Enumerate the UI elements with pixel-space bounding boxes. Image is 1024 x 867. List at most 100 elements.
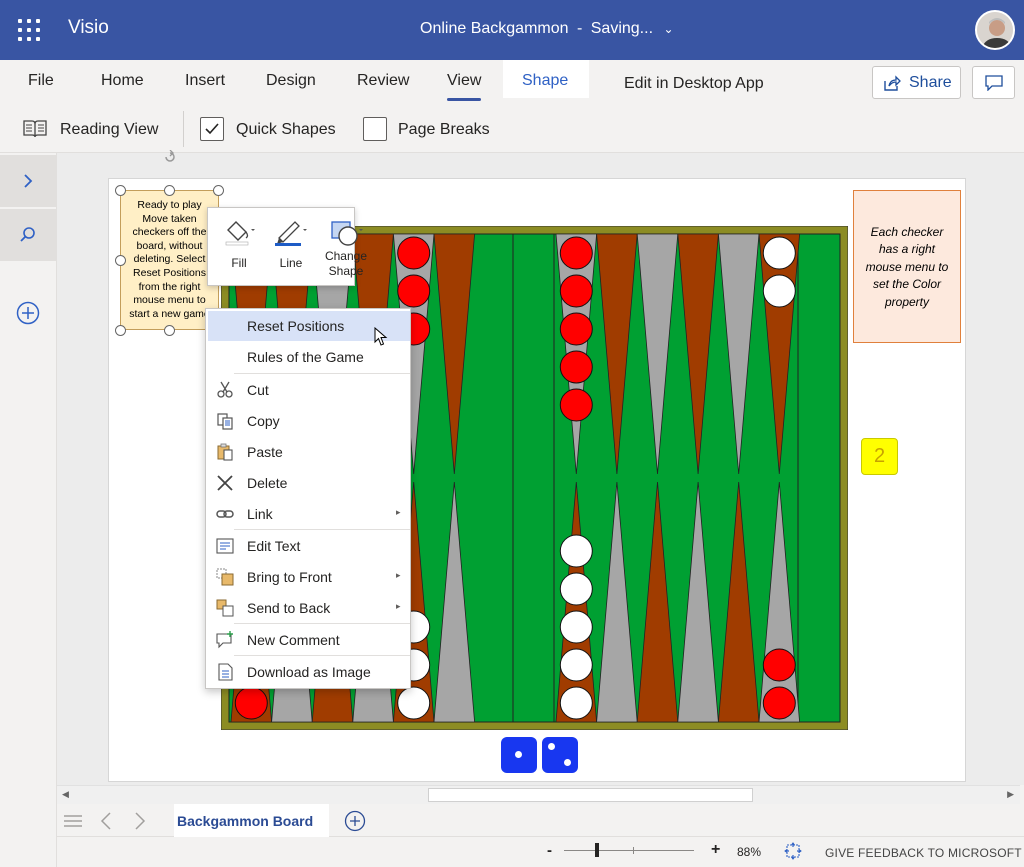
give-feedback-link[interactable]: GIVE FEEDBACK TO MICROSOFT: [825, 846, 1022, 860]
sheet-tab-label[interactable]: Backgammon Board: [177, 813, 313, 829]
delete-x-icon: [217, 475, 233, 491]
next-page-icon[interactable]: [134, 812, 146, 830]
zoom-slider-thumb[interactable]: [595, 843, 599, 857]
add-shapes-button[interactable]: [16, 301, 40, 325]
reading-view-button[interactable]: Reading View: [60, 121, 158, 139]
change-shape-button[interactable]: Change Shape: [316, 208, 376, 287]
app-launcher-icon[interactable]: [18, 19, 40, 41]
scissors-icon: [217, 381, 233, 398]
menu-separator: [234, 529, 410, 530]
tab-design[interactable]: Design: [266, 72, 316, 90]
menu-item-paste[interactable]: Paste: [208, 437, 410, 467]
search-shapes-button[interactable]: [0, 209, 57, 261]
menu-item-rules-of-the-game[interactable]: Rules of the Game: [208, 342, 410, 372]
fill-bucket-icon: [225, 221, 255, 246]
menu-item-label: Copy: [247, 413, 280, 429]
menu-item-label: Paste: [247, 444, 283, 460]
die-one[interactable]: [501, 737, 537, 773]
menu-item-copy[interactable]: Copy: [208, 406, 410, 436]
checker-white[interactable]: [397, 686, 431, 720]
fit-to-window-icon[interactable]: [784, 842, 802, 860]
share-button[interactable]: Share: [872, 66, 961, 99]
comment-icon: [216, 631, 233, 649]
copy-icon: [217, 413, 233, 430]
checker-red[interactable]: [397, 274, 431, 308]
checker-white[interactable]: [559, 610, 593, 644]
selection-handle-bl[interactable]: [115, 325, 126, 336]
quick-shapes-label[interactable]: Quick Shapes: [236, 121, 336, 139]
menu-item-delete[interactable]: Delete: [208, 468, 410, 498]
menu-item-bring-to-front[interactable]: Bring to Front ▸: [208, 562, 410, 592]
app-name[interactable]: Visio: [68, 17, 109, 39]
tab-file[interactable]: File: [28, 72, 54, 90]
page-breaks-checkbox[interactable]: [363, 117, 387, 141]
tab-home[interactable]: Home: [101, 72, 144, 90]
avatar[interactable]: [975, 10, 1015, 50]
selection-handle-tr[interactable]: [213, 185, 224, 196]
doubling-cube[interactable]: 2: [861, 438, 898, 475]
checker-red[interactable]: [559, 388, 593, 422]
die-two[interactable]: [542, 737, 578, 773]
checker-red[interactable]: [559, 274, 593, 308]
horizontal-scrollbar[interactable]: ◀ ▶: [57, 785, 1020, 804]
image-download-icon: [218, 663, 233, 681]
document-title[interactable]: Online Backgammon - Saving... ⌄: [420, 20, 674, 38]
menu-item-reset-positions[interactable]: Reset Positions: [208, 311, 410, 346]
checker-red[interactable]: [397, 236, 431, 270]
selection-handle-tl[interactable]: [115, 185, 126, 196]
menu-item-link[interactable]: Link ▸: [208, 499, 410, 529]
zoom-slider-track[interactable]: [564, 850, 694, 851]
command-bar: Reading View Quick Shapes Page Breaks: [0, 105, 1024, 153]
checker-red[interactable]: [559, 236, 593, 270]
checker-red[interactable]: [234, 686, 268, 720]
page-breaks-label[interactable]: Page Breaks: [398, 121, 490, 139]
checker-white[interactable]: [762, 274, 796, 308]
checker-red[interactable]: [762, 648, 796, 682]
expand-panel-button[interactable]: [0, 155, 57, 207]
tab-insert[interactable]: Insert: [185, 72, 225, 90]
checker-white[interactable]: [559, 534, 593, 568]
rotation-handle[interactable]: [163, 149, 177, 164]
fill-button[interactable]: Fill: [214, 208, 264, 287]
checker-white[interactable]: [762, 236, 796, 270]
menu-item-edit-text[interactable]: Edit Text: [208, 531, 410, 561]
checker-white[interactable]: [559, 572, 593, 606]
chevron-down-icon: ⌄: [663, 22, 674, 36]
checkmark-icon: [205, 123, 219, 135]
comments-button[interactable]: [972, 66, 1015, 99]
checker-red[interactable]: [559, 350, 593, 384]
menu-item-download-as-image[interactable]: Download as Image: [208, 657, 410, 687]
title-separator: -: [576, 20, 583, 37]
menu-item-new-comment[interactable]: New Comment: [208, 625, 410, 655]
checker-white[interactable]: [559, 686, 593, 720]
edit-text-icon: [216, 538, 234, 554]
selection-handle-l[interactable]: [115, 255, 126, 266]
menu-item-label: Download as Image: [247, 664, 371, 680]
line-button[interactable]: Line: [266, 208, 316, 287]
selection-handle-b[interactable]: [164, 325, 175, 336]
zoom-level[interactable]: 88%: [737, 845, 761, 859]
tab-view[interactable]: View: [447, 72, 482, 101]
previous-page-icon[interactable]: [100, 812, 112, 830]
scroll-left-icon[interactable]: ◀: [62, 789, 69, 800]
menu-item-cut[interactable]: Cut: [208, 375, 410, 405]
zoom-in-button[interactable]: +: [711, 841, 720, 859]
checker-color-note[interactable]: Each checker has a right mouse menu to s…: [853, 190, 961, 343]
scroll-right-icon[interactable]: ▶: [1007, 789, 1014, 800]
tab-shape[interactable]: Shape: [522, 72, 568, 90]
tab-review[interactable]: Review: [357, 72, 409, 90]
checker-white[interactable]: [559, 648, 593, 682]
fill-label: Fill: [231, 256, 247, 270]
checker-red[interactable]: [762, 686, 796, 720]
status-bar: - + 88% GIVE FEEDBACK TO MICROSOFT: [57, 837, 1024, 867]
add-page-icon[interactable]: [344, 810, 366, 832]
zoom-out-button[interactable]: -: [547, 842, 552, 859]
selection-handle-t[interactable]: [164, 185, 175, 196]
edit-in-desktop-app[interactable]: Edit in Desktop App: [624, 75, 764, 93]
all-pages-menu-icon[interactable]: [63, 814, 83, 828]
menu-item-label: Send to Back: [247, 600, 331, 616]
menu-item-send-to-back[interactable]: Send to Back ▸: [208, 593, 410, 623]
quick-shapes-checkbox[interactable]: [200, 117, 224, 141]
checker-red[interactable]: [559, 312, 593, 346]
scrollbar-thumb[interactable]: [428, 788, 753, 802]
